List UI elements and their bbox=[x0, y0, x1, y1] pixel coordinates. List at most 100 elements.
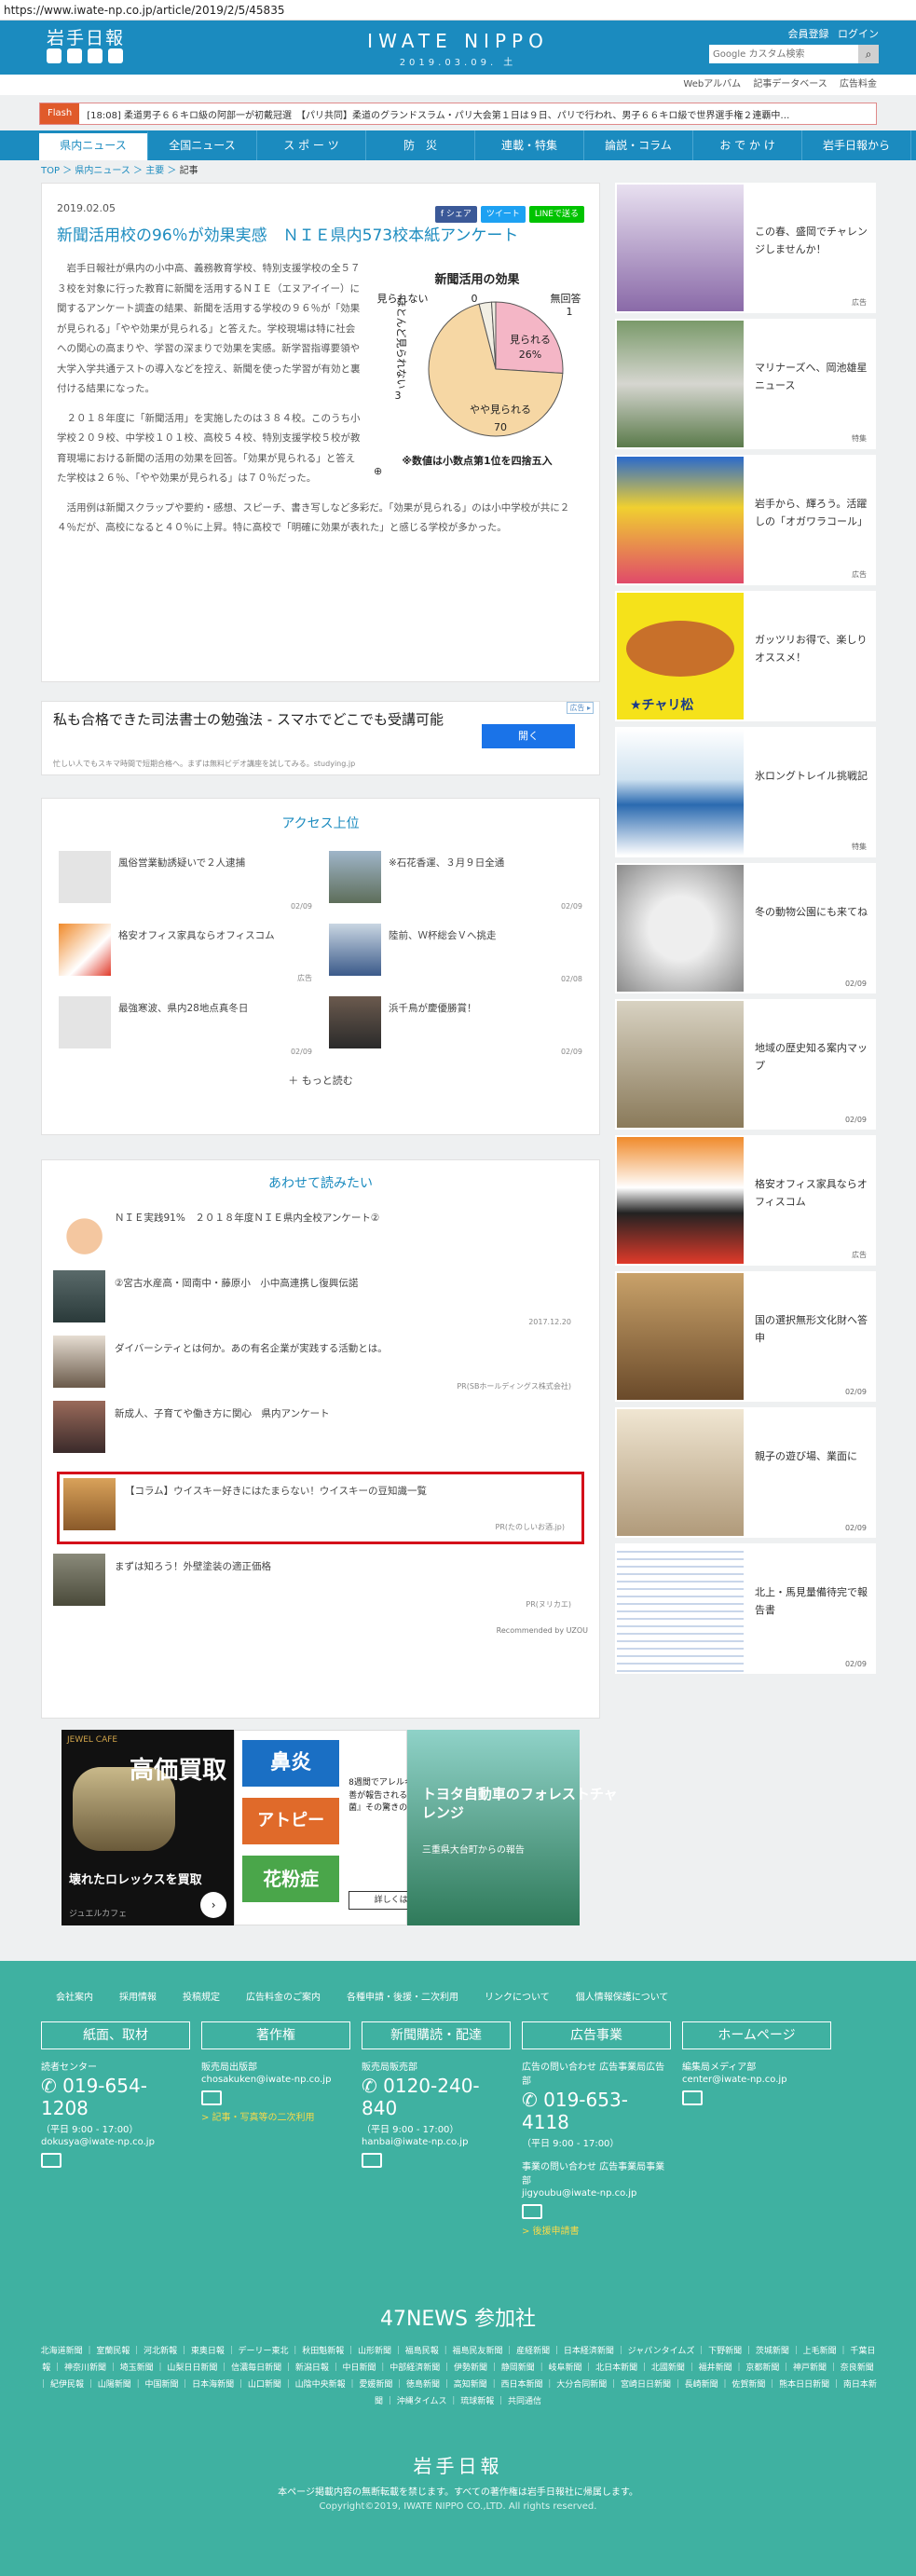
sidebar-item-title[interactable]: この春、盛岡でチャレンジしませんか！ bbox=[745, 183, 876, 313]
footer-link[interactable]: 各種申請・後援・二次利用 bbox=[347, 1989, 458, 2003]
ranking-item[interactable]: 浜千鳥が慶優勝賞！ 02/09 bbox=[329, 996, 582, 1056]
sidebar-item-title[interactable]: ガッツリお得で、楽しりオススメ！ bbox=[745, 591, 876, 721]
ranking-item-title[interactable]: ※石花香運、３月９日全通 bbox=[381, 851, 504, 911]
zoom-icon[interactable]: ⊕ bbox=[374, 465, 382, 477]
contact-heading[interactable]: 著作権 bbox=[201, 2021, 350, 2049]
mail-icon[interactable] bbox=[682, 2090, 703, 2105]
contact-email[interactable]: jigyoubu@iwate-np.co.jp bbox=[522, 2188, 671, 2199]
contact-heading[interactable]: 紙面、取材 bbox=[41, 2021, 190, 2049]
tweet-button[interactable]: ツイート bbox=[480, 206, 526, 223]
nav-series[interactable]: 連載・特集 bbox=[475, 130, 584, 160]
contact-heading[interactable]: ホームページ bbox=[682, 2021, 831, 2049]
ranking-item-title[interactable]: 風俗営業勧誘疑いで２人逮捕 bbox=[111, 851, 245, 911]
text-ad[interactable]: 広告 ▸ 私も合格できた司法書士の勉強法 - スマホでどこでも受講可能 忙しい人… bbox=[41, 701, 600, 775]
related-item[interactable]: まずは知ろう！外壁塗装の適正価格 PR(ヌリカエ) bbox=[53, 1554, 588, 1619]
contact-email[interactable]: chosakuken@iwate-np.co.jp bbox=[201, 2075, 350, 2085]
contact-heading[interactable]: 広告事業 bbox=[522, 2021, 671, 2049]
sidebar-item-title[interactable]: 格安オフィス家具ならオフィスコム bbox=[745, 1135, 876, 1266]
sidebar-item[interactable]: 国の選択無形文化財へ答申 02/09 bbox=[615, 1271, 876, 1402]
search-input[interactable] bbox=[709, 45, 858, 63]
ranking-item[interactable]: 最強寒波、県内28地点真冬日 02/09 bbox=[59, 996, 312, 1056]
related-item[interactable]: ダイバーシティとは何か。あの有名企業が実践する活動とは。 PR(SBホールディング… bbox=[53, 1336, 588, 1401]
ranking-item[interactable]: 風俗営業勧誘疑いで２人逮捕 02/09 bbox=[59, 851, 312, 911]
nav-sports[interactable]: ス ポ ー ツ bbox=[257, 130, 366, 160]
sidebar-item-title[interactable]: 氷ロングトレイル挑戦記 bbox=[745, 727, 873, 857]
sidebar-item[interactable]: 岩手から、輝ろう。活躍しの「オガワラコール」 広告 bbox=[615, 455, 876, 585]
sidebar-item-title[interactable]: 国の選択無形文化財へ答申 bbox=[745, 1271, 876, 1402]
related-item-title[interactable]: 新成人、子育てや働き方に関心 県内アンケート bbox=[105, 1401, 330, 1420]
sidebar-item[interactable]: マリナーズへ、岡池雄星ニュース 特集 bbox=[615, 319, 876, 449]
ranking-item-title[interactable]: 最強寒波、県内28地点真冬日 bbox=[111, 996, 248, 1056]
more-button[interactable]: ＋ もっと読む bbox=[59, 1073, 582, 1088]
mail-icon[interactable] bbox=[362, 2153, 382, 2168]
ranking-item[interactable]: 格安オフィス家具ならオフィスコム 広告 bbox=[59, 924, 312, 983]
sidebar-item-title[interactable]: 岩手から、輝ろう。活躍しの「オガワラコール」 bbox=[745, 455, 876, 585]
flash-news-bar[interactable]: Flash [18:08] 柔道男子６６キロ級の阿部一が初戴冠選 【パリ共同】柔… bbox=[39, 103, 877, 125]
related-item-title[interactable]: 【コラム】ウイスキー好きにはたまらない！ウイスキーの豆知識一覧 bbox=[116, 1478, 427, 1498]
contact-phone[interactable]: ✆ 0120-240-840 bbox=[362, 2075, 511, 2119]
contact-email[interactable]: dokusya@iwate-np.co.jp bbox=[41, 2137, 190, 2147]
sidebar-item[interactable]: ★チャリ松 ガッツリお得で、楽しりオススメ！ bbox=[615, 591, 876, 721]
ranking-item-title[interactable]: 浜千鳥が慶優勝賞！ bbox=[381, 996, 477, 1056]
sidebar-item[interactable]: 地域の歴史知る案内マップ 02/09 bbox=[615, 999, 876, 1130]
sidebar-item-title[interactable]: 親子の遊び場、業面に bbox=[745, 1407, 863, 1538]
sidebar-item[interactable]: 北上・馬見量備待完で報告書 02/09 bbox=[615, 1543, 876, 1674]
member-papers[interactable]: 北海道新聞 ｜ 室蘭民報 ｜ 河北新報 ｜ 東奥日報 ｜ デーリー東北 ｜ 秋田… bbox=[39, 2343, 878, 2410]
pie-chart-figure[interactable]: 新聞活用の効果 見られる 26% やや見られる 70 ほとんど見られない 3 見られない 0 無回… bbox=[370, 268, 584, 477]
crumb-main[interactable]: 主要 bbox=[145, 166, 164, 176]
flash-text[interactable]: [18:08] 柔道男子６６キロ級の阿部一が初戴冠選 【パリ共同】柔道のグランド… bbox=[79, 107, 789, 121]
crumb-news[interactable]: 県内ニュース bbox=[75, 166, 130, 176]
related-item[interactable]: 新成人、子育てや働き方に関心 県内アンケート bbox=[53, 1401, 588, 1466]
footer-link[interactable]: リンクについて bbox=[485, 1989, 550, 2003]
related-item-title[interactable]: まずは知ろう！外壁塗装の適正価格 bbox=[105, 1554, 271, 1573]
footer-link[interactable]: 個人情報保護について bbox=[576, 1989, 669, 2003]
footer-link[interactable]: 投稿規定 bbox=[183, 1989, 220, 2003]
related-item-title[interactable]: ②宮古水産高・岡南中・藤原小 小中高連携し復興伝諾 bbox=[105, 1270, 358, 1290]
mail-icon[interactable] bbox=[522, 2204, 542, 2219]
search-button[interactable]: ⌕ bbox=[858, 45, 879, 63]
subnav-album[interactable]: Webアルバム bbox=[683, 79, 741, 89]
sidebar-item[interactable]: 格安オフィス家具ならオフィスコム 広告 bbox=[615, 1135, 876, 1266]
sidebar-item[interactable]: 親子の遊び場、業面に 02/09 bbox=[615, 1407, 876, 1538]
subnav-ad-rates[interactable]: 広告料金 bbox=[840, 79, 877, 89]
ranking-item[interactable]: 陸前、Ｗ杯総会Ｖへ挑走 02/08 bbox=[329, 924, 582, 983]
ad-banner-calpis[interactable]: 鼻炎 アトピー 花粉症 8週間でアレルギー症状の改善が報告される特別な『乳酸菌』… bbox=[234, 1730, 459, 1925]
ranking-item-title[interactable]: 格安オフィス家具ならオフィスコム bbox=[111, 924, 275, 983]
related-item[interactable]: ②宮古水産高・岡南中・藤原小 小中高連携し復興伝諾 2017.12.20 bbox=[53, 1270, 588, 1336]
footer-link[interactable]: 会社案内 bbox=[56, 1989, 93, 2003]
ranking-item[interactable]: ※石花香運、３月９日全通 02/09 bbox=[329, 851, 582, 911]
nav-from-iwate[interactable]: 岩手日報から bbox=[802, 130, 911, 160]
ad-banner-rolex[interactable]: JEWEL CAFE 高価買取 壊れたロレックスを買取 ジュエルカフェ › bbox=[62, 1730, 235, 1925]
nav-outing[interactable]: お で か け bbox=[693, 130, 802, 160]
recommended-by[interactable]: Recommended by UZOU bbox=[53, 1626, 588, 1635]
related-item[interactable]: ＮＩＥ実践91% ２０１８年度ＮＩＥ県内全校アンケート② bbox=[53, 1205, 588, 1270]
line-share-button[interactable]: LINEで送る bbox=[528, 206, 584, 223]
footer-logo[interactable]: 岩手日報 bbox=[0, 2451, 916, 2478]
facebook-share-button[interactable]: f シェア bbox=[434, 206, 477, 223]
related-item-highlighted[interactable]: 【コラム】ウイスキー好きにはたまらない！ウイスキーの豆知識一覧 PR(たのしいお酒… bbox=[57, 1472, 584, 1544]
secondary-use-link[interactable]: > 記事・写真等の二次利用 bbox=[201, 2109, 350, 2123]
nav-disaster[interactable]: 防 災 bbox=[366, 130, 475, 160]
sidebar-item[interactable]: この春、盛岡でチャレンジしませんか！ 広告 bbox=[615, 183, 876, 313]
mail-icon[interactable] bbox=[201, 2090, 222, 2105]
nav-local-news[interactable]: 県内ニュース bbox=[39, 130, 148, 160]
sidebar-item-title[interactable]: 地域の歴史知る案内マップ bbox=[745, 999, 876, 1130]
footer-link[interactable]: 採用情報 bbox=[119, 1989, 157, 2003]
sidebar-item[interactable]: 氷ロングトレイル挑戦記 特集 bbox=[615, 727, 876, 857]
login-link[interactable]: ログイン bbox=[838, 28, 879, 40]
ad-title[interactable]: 私も合格できた司法書士の勉強法 - スマホでどこでも受講可能 bbox=[53, 711, 444, 730]
address-bar[interactable]: https://www.iwate-np.co.jp/article/2019/… bbox=[0, 0, 916, 21]
related-item-title[interactable]: ダイバーシティとは何か。あの有名企業が実践する活動とは。 bbox=[105, 1336, 388, 1355]
contact-email[interactable]: center@iwate-np.co.jp bbox=[682, 2075, 831, 2085]
contact-email[interactable]: hanbai@iwate-np.co.jp bbox=[362, 2137, 511, 2147]
chevron-right-icon[interactable]: › bbox=[200, 1892, 227, 1918]
sidebar-item-title[interactable]: 冬の動物公園にも来てね bbox=[745, 863, 873, 993]
contact-phone[interactable]: ✆ 019-654-1208 bbox=[41, 2075, 190, 2119]
contact-phone[interactable]: ✆ 019-653-4118 bbox=[522, 2089, 671, 2133]
nav-national-news[interactable]: 全国ニュース bbox=[148, 130, 257, 160]
ranking-item-title[interactable]: 陸前、Ｗ杯総会Ｖへ挑走 bbox=[381, 924, 497, 983]
ad-banner-toyota[interactable]: トヨタ自動車のフォレストチャレンジ 三重県大台町からの報告 bbox=[406, 1730, 618, 1925]
sidebar-item-title[interactable]: 北上・馬見量備待完で報告書 bbox=[745, 1543, 876, 1674]
register-link[interactable]: 会員登録 bbox=[788, 28, 829, 40]
footer-link[interactable]: 広告料金のご案内 bbox=[246, 1989, 321, 2003]
